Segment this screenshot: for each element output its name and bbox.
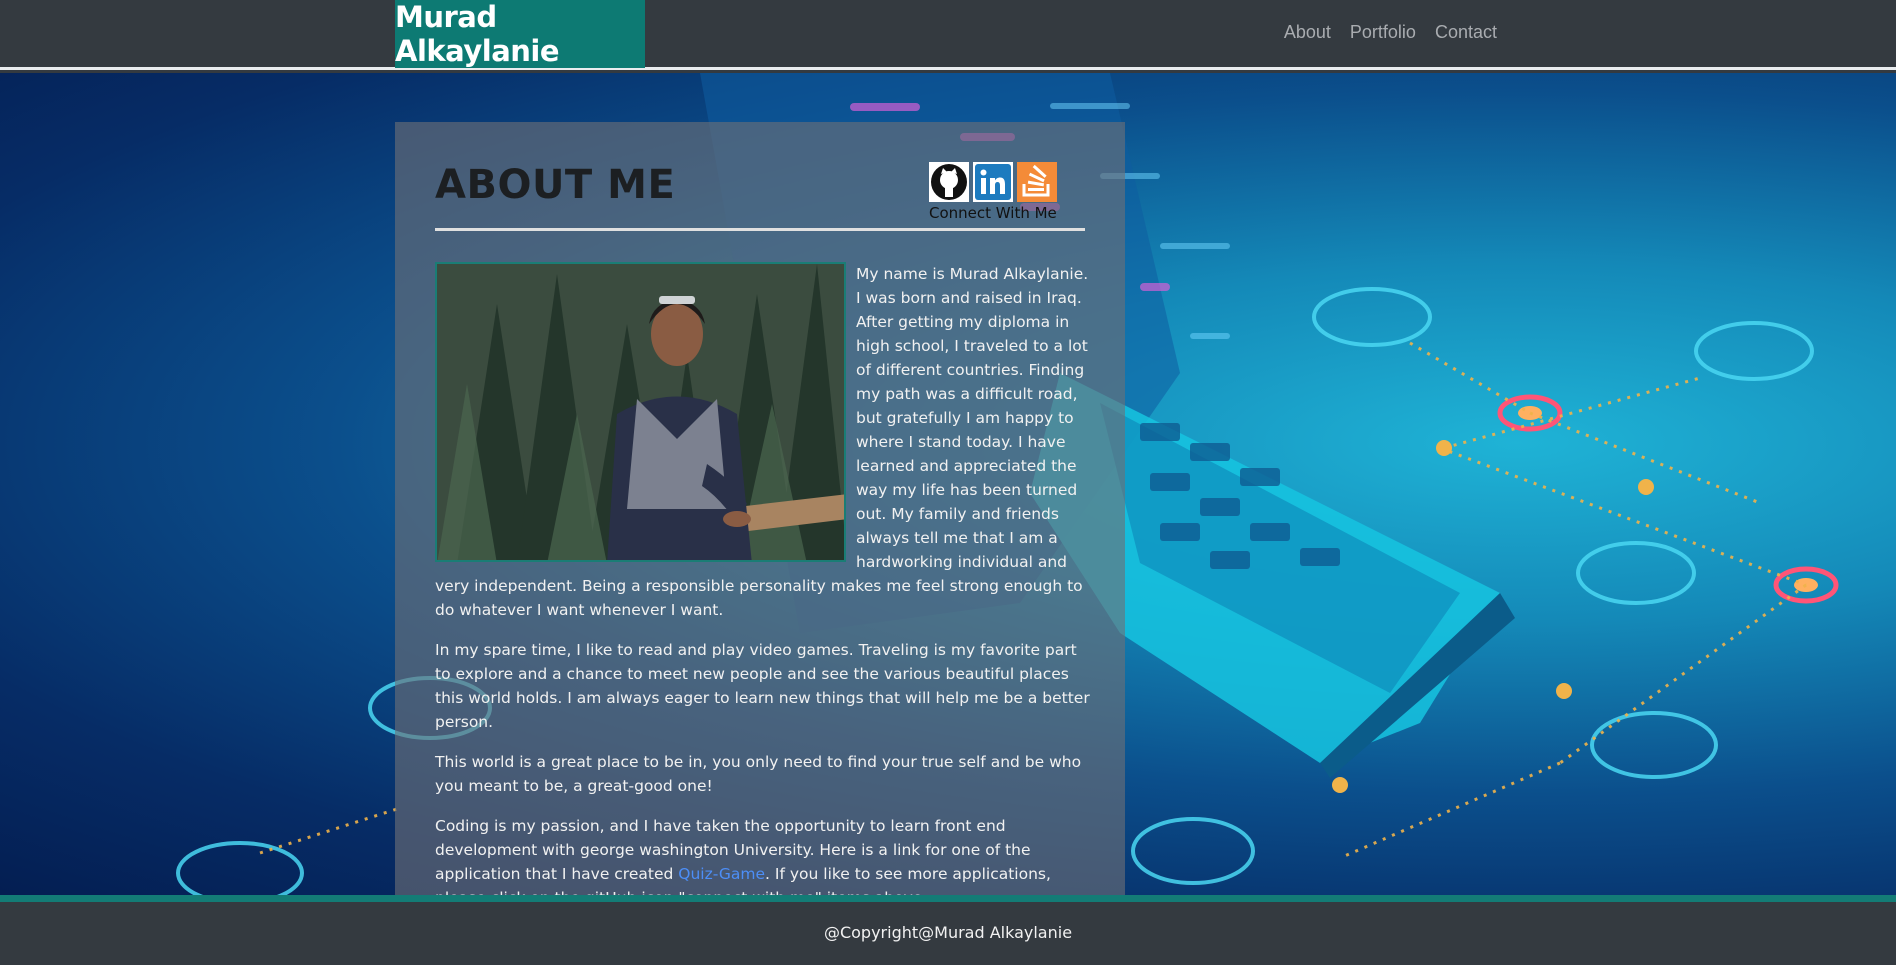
- about-paragraph-2: In my spare time, I like to read and pla…: [435, 641, 1090, 731]
- connect-with-me-label: Connect With Me: [929, 204, 1057, 222]
- linkedin-icon[interactable]: [973, 162, 1013, 202]
- nav-link-contact[interactable]: Contact: [1435, 22, 1497, 43]
- main-nav: About Portfolio Contact: [1284, 22, 1497, 43]
- social-links: Connect With Me: [929, 162, 1069, 222]
- brand-logo[interactable]: Murad Alkaylanie: [395, 0, 645, 68]
- navbar: Murad Alkaylanie About Portfolio Contact: [0, 0, 1896, 70]
- title-divider: [435, 228, 1085, 231]
- stackoverflow-icon[interactable]: [1017, 162, 1057, 202]
- profile-photo: [435, 262, 846, 562]
- about-content: My name is Murad Alkaylanie. I was born …: [435, 262, 1090, 926]
- nav-link-portfolio[interactable]: Portfolio: [1350, 22, 1416, 43]
- footer-divider: [0, 895, 1896, 902]
- github-icon[interactable]: [929, 162, 969, 202]
- nav-link-about[interactable]: About: [1284, 22, 1331, 43]
- copyright-text: @Copyright@Murad Alkaylanie: [823, 923, 1073, 942]
- about-panel: ABOUT ME Connect With Me My name is Mura…: [395, 122, 1125, 907]
- quiz-game-link[interactable]: Quiz-Game: [678, 865, 765, 883]
- about-paragraph-3: This world is a great place to be in, yo…: [435, 753, 1082, 795]
- page-title: ABOUT ME: [435, 162, 676, 208]
